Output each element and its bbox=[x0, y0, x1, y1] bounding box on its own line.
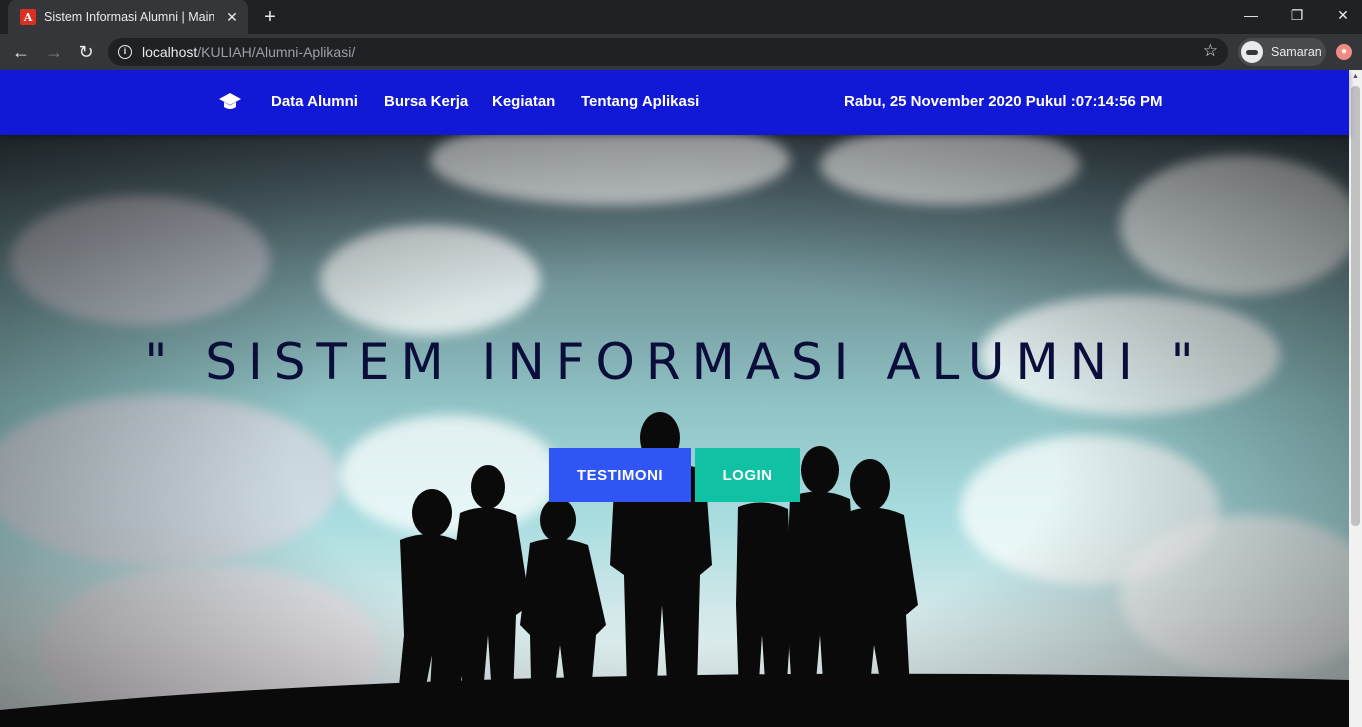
page-scrollbar[interactable]: ▲ bbox=[1349, 70, 1362, 727]
scrollbar-thumb[interactable] bbox=[1351, 86, 1360, 526]
bookmark-star-icon[interactable]: ☆ bbox=[1203, 41, 1218, 61]
hero-title: " SISTEM INFORMASI ALUMNI " bbox=[144, 333, 1205, 391]
hero-section: " SISTEM INFORMASI ALUMNI " TESTIMONI LO… bbox=[0, 135, 1349, 727]
url-text[interactable]: localhost/KULIAH/Alumni-Aplikasi/ bbox=[142, 44, 355, 60]
site-favicon-icon: A bbox=[20, 9, 36, 25]
browser-tab[interactable]: A Sistem Informasi Alumni | Main ✕ bbox=[8, 0, 248, 34]
nav-link-data-alumni[interactable]: Data Alumni bbox=[271, 93, 358, 110]
current-datetime: Rabu, 25 November 2020 Pukul :07:14:56 P… bbox=[844, 93, 1163, 110]
testimoni-button[interactable]: TESTIMONI bbox=[549, 448, 691, 502]
graduation-cap-icon[interactable] bbox=[218, 91, 242, 113]
nav-link-kegiatan[interactable]: Kegiatan bbox=[492, 93, 555, 110]
minimize-icon[interactable]: — bbox=[1228, 0, 1274, 30]
forward-icon[interactable]: → bbox=[42, 40, 66, 64]
incognito-icon bbox=[1241, 41, 1263, 63]
browser-toolbar: ← → ↻ i localhost/KULIAH/Alumni-Aplikasi… bbox=[0, 34, 1362, 70]
browser-tab-strip: A Sistem Informasi Alumni | Main ✕ + — ❐… bbox=[0, 0, 1362, 34]
scroll-up-icon[interactable]: ▲ bbox=[1349, 70, 1362, 84]
page-viewport: Data Alumni Bursa Kerja Kegiatan Tentang… bbox=[0, 70, 1362, 727]
tab-close-icon[interactable]: ✕ bbox=[224, 9, 240, 25]
url-host: localhost bbox=[142, 44, 198, 60]
profile-label: Samaran bbox=[1271, 45, 1322, 59]
site-info-icon[interactable]: i bbox=[118, 45, 132, 59]
url-path: /KULIAH/Alumni-Aplikasi/ bbox=[197, 44, 356, 60]
nav-link-bursa-kerja[interactable]: Bursa Kerja bbox=[384, 93, 468, 110]
restore-icon[interactable]: ❐ bbox=[1274, 0, 1320, 30]
extension-icon[interactable]: ● bbox=[1336, 44, 1352, 60]
profile-button[interactable]: Samaran bbox=[1238, 38, 1326, 66]
nav-link-tentang-aplikasi[interactable]: Tentang Aplikasi bbox=[581, 93, 699, 110]
tab-title: Sistem Informasi Alumni | Main bbox=[44, 10, 214, 24]
site-navbar: Data Alumni Bursa Kerja Kegiatan Tentang… bbox=[0, 70, 1349, 135]
reload-icon[interactable]: ↻ bbox=[74, 40, 98, 64]
window-close-icon[interactable]: ✕ bbox=[1320, 0, 1362, 30]
login-button[interactable]: LOGIN bbox=[695, 448, 800, 502]
back-icon[interactable]: ← bbox=[9, 40, 33, 64]
people-silhouette-image bbox=[0, 412, 1349, 727]
new-tab-icon[interactable]: + bbox=[259, 6, 281, 28]
address-bar[interactable]: i localhost/KULIAH/Alumni-Aplikasi/ ☆ bbox=[108, 38, 1228, 66]
